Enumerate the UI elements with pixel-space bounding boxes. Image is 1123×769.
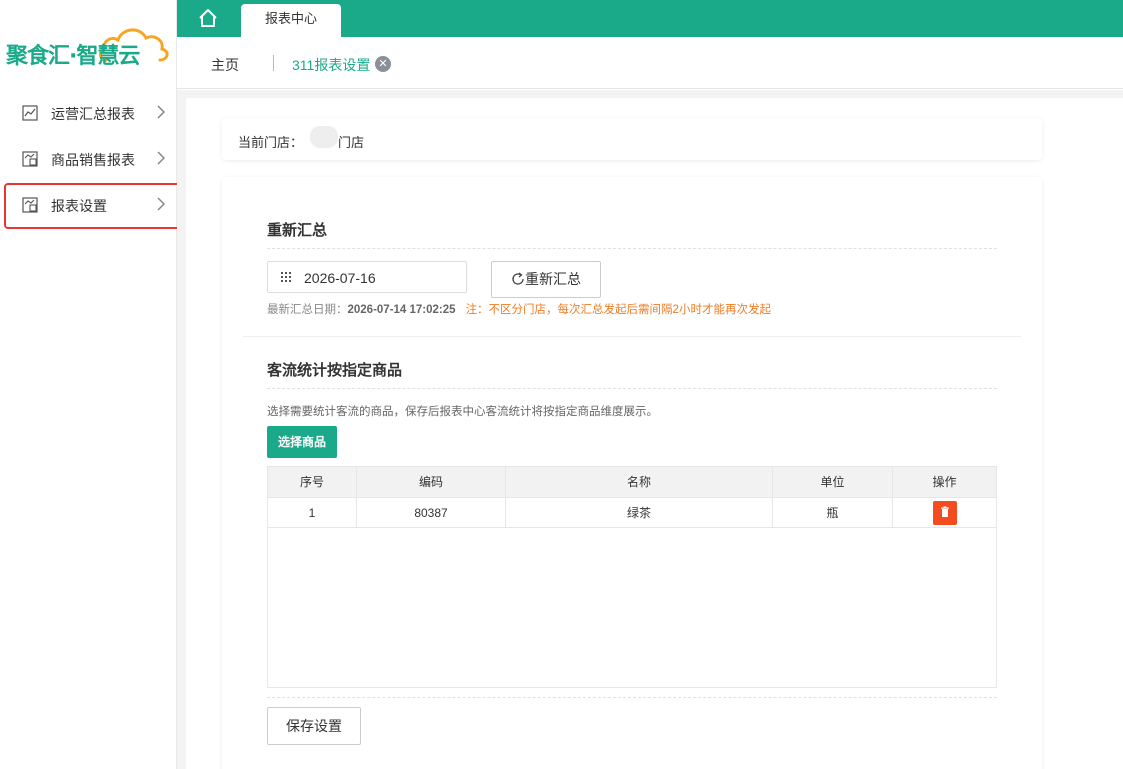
select-product-button[interactable]: 选择商品 <box>267 426 337 458</box>
tab-report-center[interactable]: 报表中心 <box>241 4 341 37</box>
traffic-title: 客流统计按指定商品 <box>267 362 403 379</box>
cell-name: 绿茶 <box>506 498 773 528</box>
calendar-icon <box>281 272 291 282</box>
latest-summary-label: 最新汇总日期： <box>267 304 348 316</box>
top-bar: 报表中心 <box>177 0 1123 37</box>
logo-text: 聚食汇·智慧云 <box>6 44 140 69</box>
resummary-button[interactable]: 重新汇总 <box>491 261 601 298</box>
traffic-description: 选择需要统计客流的商品，保存后报表中心客流统计将按指定商品维度展示。 <box>267 406 658 418</box>
sidebar: 聚食汇·智慧云 运营汇总报表 商品销售报表 报表设置 <box>0 0 177 769</box>
column-header-actions: 操作 <box>932 475 957 489</box>
latest-summary-info: 最新汇总日期：2026-07-14 17:02:25 注：不区分门店，每次汇总发起… <box>267 301 771 317</box>
section-divider <box>243 336 1021 337</box>
cell-actions <box>893 498 996 528</box>
sidebar-item-label: 运营汇总报表 <box>51 106 135 122</box>
save-settings-button[interactable]: 保存设置 <box>267 707 361 745</box>
divider <box>267 248 997 249</box>
refresh-icon <box>512 272 524 285</box>
date-value: 2026-07-16 <box>304 270 376 286</box>
delete-row-button[interactable] <box>933 501 957 525</box>
resummary-warning: 注：不区分门店，每次汇总发起后需间隔2小时才能再次发起 <box>465 304 771 316</box>
product-table: 序号 编码 名称 单位 操作 1 80387 绿茶 瓶 <box>267 466 997 688</box>
sidebar-item-operations-summary[interactable]: 运营汇总报表 <box>0 90 177 136</box>
cell-code: 80387 <box>357 498 506 528</box>
latest-summary-value: 2026-07-14 17:02:25 <box>347 304 456 316</box>
column-header-unit: 单位 <box>773 467 893 497</box>
table-row: 1 80387 绿茶 瓶 <box>268 498 996 528</box>
table-header: 序号 编码 名称 单位 操作 <box>268 467 996 498</box>
close-icon[interactable]: ✕ <box>375 56 391 72</box>
chevron-right-icon <box>157 105 166 119</box>
current-store-label: 当前门店： <box>238 135 304 150</box>
divider <box>267 697 997 698</box>
cell-index: 1 <box>268 498 357 528</box>
resummary-button-label: 重新汇总 <box>525 271 581 287</box>
store-name-redacted <box>310 126 338 148</box>
home-icon[interactable] <box>197 7 219 29</box>
current-store-name: 门店 <box>338 135 365 150</box>
chevron-right-icon <box>157 151 166 165</box>
brand-logo: 聚食汇·智慧云 <box>6 22 171 72</box>
line-chart-icon <box>22 105 38 121</box>
sidebar-item-label: 商品销售报表 <box>51 152 135 168</box>
page-tabs: 主页 311报表设置 ✕ <box>177 37 1123 89</box>
date-picker-input[interactable]: 2026-07-16 <box>267 261 467 293</box>
tab-divider <box>273 55 274 71</box>
column-header-index: 序号 <box>268 467 357 497</box>
resummary-title: 重新汇总 <box>267 222 328 239</box>
tab-home[interactable]: 主页 <box>211 55 239 75</box>
divider <box>267 388 997 389</box>
cell-unit: 瓶 <box>773 498 893 528</box>
current-store-card: 当前门店： 门店 <box>222 118 1042 160</box>
column-header-code: 编码 <box>357 467 506 497</box>
column-header-name: 名称 <box>506 467 773 497</box>
chart-doc-icon <box>22 151 38 167</box>
sidebar-item-product-sales[interactable]: 商品销售报表 <box>0 136 177 182</box>
tab-report-settings[interactable]: 311报表设置 <box>292 55 370 75</box>
trash-icon <box>941 506 949 517</box>
